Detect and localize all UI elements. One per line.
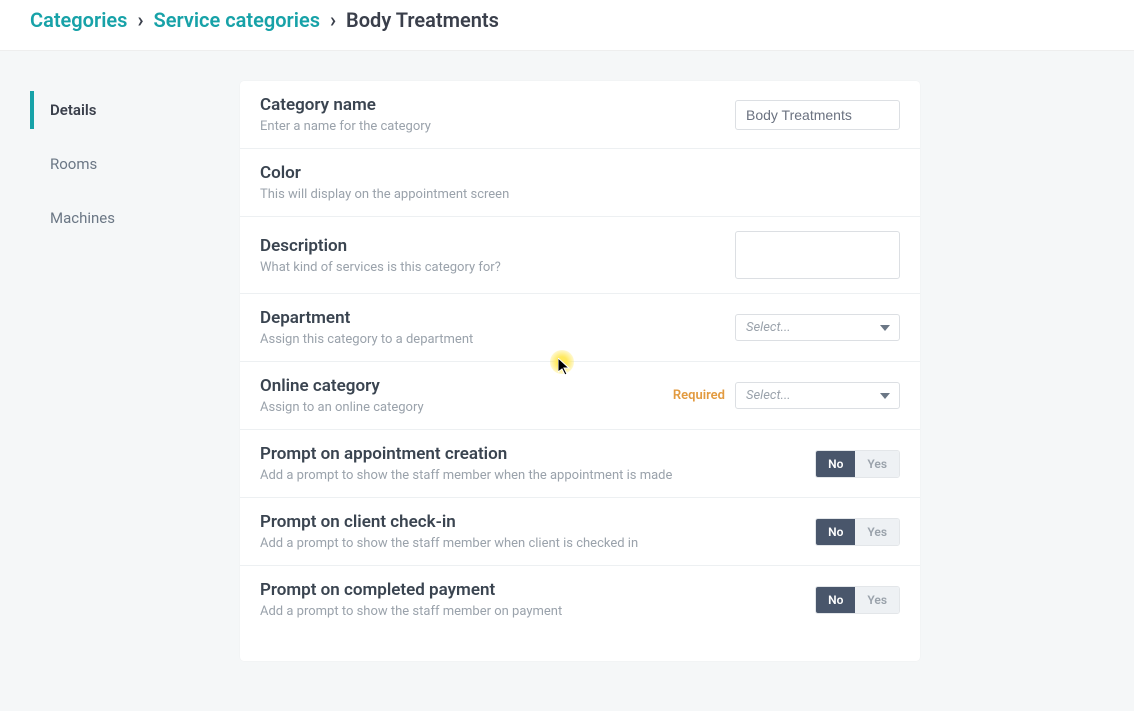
hint-color: This will display on the appointment scr… (260, 187, 880, 202)
breadcrumb-service-categories[interactable]: Service categories (153, 8, 320, 32)
row-prompt-checkin: Prompt on client check-in Add a prompt t… (240, 498, 920, 566)
label-department: Department (260, 308, 715, 328)
label-description: Description (260, 236, 715, 256)
prompt-creation-yes[interactable]: Yes (855, 451, 899, 477)
prompt-payment-yes[interactable]: Yes (855, 587, 899, 613)
row-department: Department Assign this category to a dep… (240, 294, 920, 362)
label-prompt-creation: Prompt on appointment creation (260, 444, 795, 464)
label-prompt-payment: Prompt on completed payment (260, 580, 795, 600)
online-category-select[interactable]: Select... (735, 382, 900, 409)
label-color: Color (260, 163, 880, 183)
sidenav-item-machines[interactable]: Machines (30, 199, 200, 237)
hint-prompt-payment: Add a prompt to show the staff member on… (260, 604, 795, 619)
prompt-payment-no[interactable]: No (816, 587, 855, 613)
chevron-right-icon: › (137, 8, 143, 32)
hint-category-name: Enter a name for the category (260, 119, 715, 134)
prompt-creation-no[interactable]: No (816, 451, 855, 477)
row-prompt-payment: Prompt on completed payment Add a prompt… (240, 566, 920, 633)
department-select[interactable]: Select... (735, 314, 900, 341)
prompt-checkin-no[interactable]: No (816, 519, 855, 545)
online-category-select-value: Select... (735, 382, 900, 409)
chevron-right-icon: › (330, 8, 336, 32)
department-select-value: Select... (735, 314, 900, 341)
label-online-category: Online category (260, 376, 653, 396)
page-body: Details Rooms Machines Category name Ent… (0, 51, 1134, 711)
prompt-checkin-toggle: No Yes (815, 518, 900, 546)
prompt-checkin-yes[interactable]: Yes (855, 519, 899, 545)
row-online-category: Online category Assign to an online cate… (240, 362, 920, 430)
breadcrumb-current: Body Treatments (346, 8, 499, 32)
prompt-creation-toggle: No Yes (815, 450, 900, 478)
sidenav-item-details[interactable]: Details (30, 91, 200, 129)
hint-online-category: Assign to an online category (260, 400, 653, 415)
row-color: Color This will display on the appointme… (240, 149, 920, 217)
hint-prompt-checkin: Add a prompt to show the staff member wh… (260, 536, 795, 551)
sidenav-item-rooms[interactable]: Rooms (30, 145, 200, 183)
label-prompt-checkin: Prompt on client check-in (260, 512, 795, 532)
row-prompt-creation: Prompt on appointment creation Add a pro… (240, 430, 920, 498)
required-tag: Required (673, 388, 725, 403)
category-name-input[interactable] (735, 100, 900, 130)
hint-prompt-creation: Add a prompt to show the staff member wh… (260, 468, 795, 483)
label-category-name: Category name (260, 95, 715, 115)
row-description: Description What kind of services is thi… (240, 217, 920, 294)
breadcrumb: Categories › Service categories › Body T… (30, 8, 1104, 32)
topbar: Categories › Service categories › Body T… (0, 0, 1134, 51)
breadcrumb-categories[interactable]: Categories (30, 8, 127, 32)
sidenav: Details Rooms Machines (30, 81, 200, 661)
description-input[interactable] (735, 231, 900, 279)
row-category-name: Category name Enter a name for the categ… (240, 81, 920, 149)
details-card: Category name Enter a name for the categ… (240, 81, 920, 661)
hint-description: What kind of services is this category f… (260, 260, 715, 275)
hint-department: Assign this category to a department (260, 332, 715, 347)
prompt-payment-toggle: No Yes (815, 586, 900, 614)
